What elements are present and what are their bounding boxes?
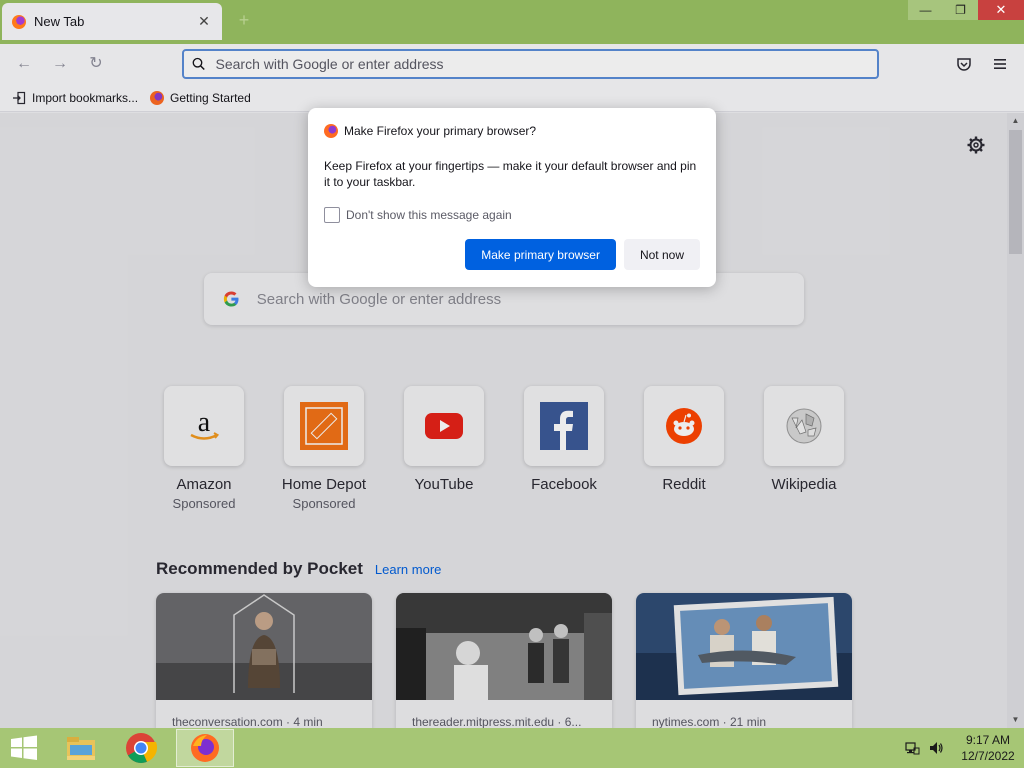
default-browser-dialog: Make Firefox your primary browser? Keep … (308, 108, 716, 287)
tab-title: New Tab (34, 14, 85, 29)
dialog-message: Keep Firefox at your fingertips — make i… (324, 159, 697, 189)
restore-button[interactable]: ❐ (943, 0, 978, 20)
make-primary-browser-button[interactable]: Make primary browser (465, 239, 616, 270)
window-close-button[interactable]: ✕ (978, 0, 1024, 20)
clock-date: 12/7/2022 (961, 749, 1015, 763)
clock-time: 9:17 AM (965, 733, 1011, 747)
dont-show-again-option[interactable]: Don't show this message again (324, 207, 700, 223)
firefox-icon (191, 734, 219, 762)
taskbar: 9:17 AM 12/7/2022 (0, 728, 1024, 768)
checkbox-label: Don't show this message again (346, 208, 512, 222)
volume-icon[interactable] (928, 740, 944, 756)
taskbar-chrome[interactable] (112, 729, 170, 767)
system-clock[interactable]: 9:17 AM 12/7/2022 (952, 732, 1024, 764)
dialog-title: Make Firefox your primary browser? (344, 124, 537, 138)
windows-logo-icon (11, 735, 37, 760)
taskbar-file-explorer[interactable] (52, 729, 110, 767)
new-tab-button[interactable]: + (234, 10, 254, 31)
taskbar-firefox[interactable] (176, 729, 234, 767)
tab-new-tab[interactable]: New Tab ✕ (2, 3, 222, 40)
window-controls: — ❐ ✕ (908, 0, 1024, 20)
firefox-icon (12, 14, 26, 29)
not-now-button[interactable]: Not now (623, 239, 700, 270)
chrome-icon (126, 733, 157, 763)
network-icon[interactable] (904, 740, 920, 756)
minimize-button[interactable]: — (908, 0, 943, 20)
dont-show-again-checkbox[interactable] (324, 207, 340, 223)
start-button[interactable] (0, 728, 48, 768)
file-explorer-icon (67, 737, 95, 760)
system-tray: 9:17 AM 12/7/2022 (904, 728, 1024, 768)
title-bar: New Tab ✕ + — ❐ ✕ (0, 0, 1024, 44)
tab-close-icon[interactable]: ✕ (196, 13, 212, 30)
firefox-icon (324, 124, 338, 138)
